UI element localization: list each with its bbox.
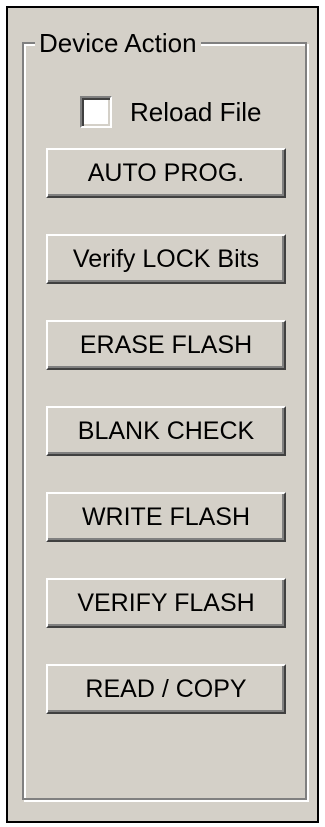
read-copy-button[interactable]: READ / COPY bbox=[46, 664, 286, 714]
write-flash-button[interactable]: WRITE FLASH bbox=[46, 492, 286, 542]
device-action-panel: Device Action Reload File AUTO PROG. Ver… bbox=[6, 6, 319, 823]
reload-file-option[interactable]: Reload File bbox=[80, 93, 262, 131]
reload-file-label: Reload File bbox=[130, 96, 262, 127]
groupbox-title: Device Action bbox=[35, 28, 201, 58]
verify-lock-bits-button[interactable]: Verify LOCK Bits bbox=[46, 234, 286, 284]
blank-check-button[interactable]: BLANK CHECK bbox=[46, 406, 286, 456]
verify-flash-button[interactable]: VERIFY FLASH bbox=[46, 578, 286, 628]
auto-prog-button[interactable]: AUTO PROG. bbox=[46, 148, 286, 198]
erase-flash-button[interactable]: ERASE FLASH bbox=[46, 320, 286, 370]
reload-file-checkbox[interactable] bbox=[80, 96, 112, 128]
